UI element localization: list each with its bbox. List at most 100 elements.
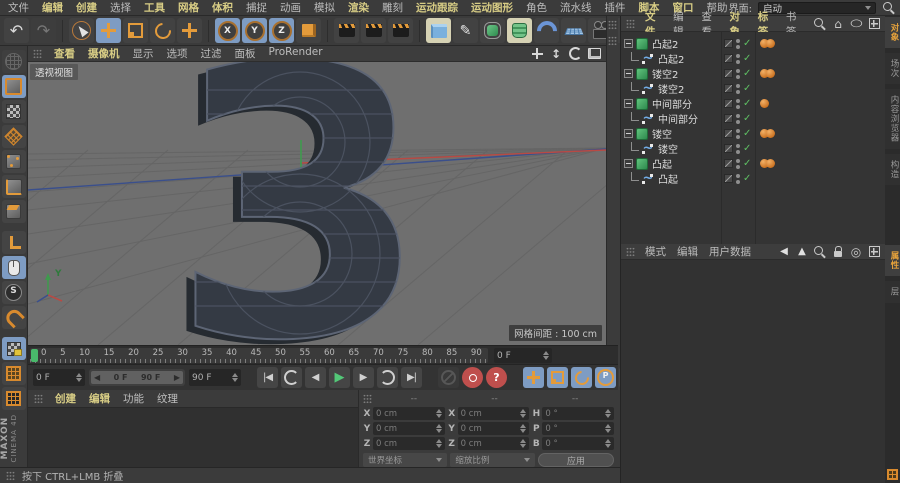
visibility-dots-icon[interactable] bbox=[736, 158, 740, 169]
attribute-tab[interactable]: 层 bbox=[885, 281, 900, 303]
numeral-3-model[interactable]: 3 3 3 bbox=[162, 62, 438, 345]
menu-item[interactable]: 渲染 bbox=[348, 0, 369, 15]
move-icon[interactable] bbox=[96, 18, 121, 43]
viewport-menu-item[interactable]: 摄像机 bbox=[88, 46, 120, 61]
menu-item[interactable]: 捕捉 bbox=[246, 0, 267, 15]
frame-tick[interactable]: 10 bbox=[79, 348, 90, 358]
stepper-icon[interactable] bbox=[436, 424, 442, 433]
stepper-icon[interactable] bbox=[605, 424, 611, 433]
stepper-icon[interactable] bbox=[76, 373, 82, 382]
autokey-button[interactable] bbox=[486, 367, 507, 388]
polygons-mode-icon[interactable] bbox=[1, 200, 26, 223]
attribute-tab[interactable]: 属性 bbox=[885, 245, 900, 276]
object-row[interactable]: 中间部分 ✓ bbox=[621, 111, 886, 126]
menu-item[interactable]: 选择 bbox=[110, 0, 131, 15]
current-frame-field[interactable]: 0 F bbox=[494, 348, 552, 363]
stepper-icon[interactable] bbox=[520, 409, 526, 418]
viewport-menu-item[interactable]: 显示 bbox=[133, 46, 154, 61]
frame-tick[interactable]: 45 bbox=[251, 348, 262, 358]
visibility-dots-icon[interactable] bbox=[736, 38, 740, 49]
play-reverse-button[interactable] bbox=[281, 367, 302, 388]
enable-check-icon[interactable]: ✓ bbox=[743, 53, 751, 64]
layer-swatch[interactable] bbox=[724, 114, 733, 123]
menu-item[interactable]: 插件 bbox=[605, 0, 626, 15]
object-row[interactable]: 凸起2 ✓ bbox=[621, 51, 886, 66]
workplane-mode-icon[interactable] bbox=[1, 125, 26, 148]
home-icon[interactable] bbox=[831, 17, 845, 31]
stepper-icon[interactable] bbox=[520, 424, 526, 433]
layer-swatch[interactable] bbox=[724, 159, 733, 168]
enable-check-icon[interactable]: ✓ bbox=[743, 143, 751, 154]
visibility-dots-icon[interactable] bbox=[736, 83, 740, 94]
layer-swatch[interactable] bbox=[724, 69, 733, 78]
make-editable-icon[interactable] bbox=[1, 50, 26, 73]
frame-tick[interactable]: 80 bbox=[422, 348, 433, 358]
frame-tick[interactable]: 50 bbox=[275, 348, 286, 358]
menu-item[interactable]: 运动跟踪 bbox=[416, 0, 458, 15]
viewport-solo-icon[interactable] bbox=[1, 256, 26, 279]
scale-icon[interactable] bbox=[123, 18, 148, 43]
viewport-menu-item[interactable]: 面板 bbox=[235, 46, 256, 61]
undo-icon[interactable] bbox=[4, 18, 29, 43]
menu-item[interactable]: 网格 bbox=[178, 0, 199, 15]
search-icon[interactable] bbox=[882, 1, 896, 15]
search-icon[interactable] bbox=[813, 245, 827, 259]
frame-range-slider[interactable]: ◀ 0 F 90 F ▶ bbox=[89, 369, 185, 386]
search-icon[interactable] bbox=[813, 17, 827, 31]
object-row[interactable]: 镂空 ✓ bbox=[621, 141, 886, 156]
object-row[interactable]: 中间部分 ✓ bbox=[621, 96, 886, 111]
dolly-view-icon[interactable] bbox=[549, 47, 563, 61]
prev-frame-button[interactable] bbox=[305, 367, 326, 388]
menu-item[interactable]: 角色 bbox=[526, 0, 547, 15]
object-row[interactable]: 镂空 ✓ bbox=[621, 126, 886, 141]
workplane-lock-icon[interactable] bbox=[1, 337, 26, 360]
subdivision-surface-icon[interactable] bbox=[480, 18, 505, 43]
coordinate-system-select[interactable]: 世界坐标 bbox=[363, 453, 448, 467]
texture-mode-icon[interactable] bbox=[1, 100, 26, 123]
coordinate-field[interactable]: 0 cm bbox=[373, 422, 445, 435]
coordinate-field[interactable]: 0 cm bbox=[457, 437, 530, 450]
floor-object-icon[interactable] bbox=[561, 18, 586, 43]
render-picture-viewer-icon[interactable] bbox=[361, 18, 386, 43]
enable-check-icon[interactable]: ✓ bbox=[743, 83, 751, 94]
panel-grip-icon[interactable] bbox=[34, 393, 43, 404]
lock-icon[interactable] bbox=[831, 245, 845, 259]
menu-item[interactable]: 运动图形 bbox=[471, 0, 513, 15]
menu-item[interactable]: 创建 bbox=[76, 0, 97, 15]
manager-tab[interactable]: 内容浏览器 bbox=[885, 89, 900, 149]
coordinate-field[interactable]: 0 ° bbox=[542, 407, 615, 420]
material-menu-item[interactable]: 创建 bbox=[55, 391, 76, 406]
snap-magnet-icon[interactable] bbox=[1, 306, 26, 329]
enable-check-icon[interactable]: ✓ bbox=[743, 128, 751, 139]
snap-auto-icon[interactable] bbox=[1, 281, 26, 304]
menu-item[interactable]: 模拟 bbox=[314, 0, 335, 15]
panel-grip-icon[interactable] bbox=[608, 36, 617, 46]
goto-start-button[interactable] bbox=[257, 367, 278, 388]
frame-tick[interactable]: 20 bbox=[128, 348, 139, 358]
panel-grip-icon[interactable] bbox=[33, 48, 42, 59]
coordinate-field[interactable]: 0 cm bbox=[373, 437, 445, 450]
model-mode-icon[interactable] bbox=[1, 75, 26, 98]
add-cube-icon[interactable] bbox=[426, 18, 451, 43]
expand-toggle[interactable] bbox=[624, 99, 633, 108]
redo-icon[interactable] bbox=[31, 18, 56, 43]
next-frame-button[interactable] bbox=[353, 367, 374, 388]
range-arrow-left[interactable]: ◀ bbox=[94, 373, 100, 382]
stepper-icon[interactable] bbox=[232, 373, 238, 382]
coordinate-field[interactable]: 0 cm bbox=[457, 407, 530, 420]
end-frame-field[interactable]: 90 F bbox=[189, 369, 241, 386]
material-menu-item[interactable]: 功能 bbox=[123, 391, 144, 406]
enable-axis-icon[interactable] bbox=[1, 231, 26, 254]
frame-tick[interactable]: 70 bbox=[373, 348, 384, 358]
apply-button[interactable]: 应用 bbox=[537, 453, 614, 467]
enable-check-icon[interactable]: ✓ bbox=[743, 173, 751, 184]
back-icon[interactable] bbox=[777, 245, 791, 259]
expand-toggle[interactable] bbox=[624, 129, 633, 138]
goto-end-button[interactable] bbox=[401, 367, 422, 388]
material-menu-item[interactable]: 编辑 bbox=[89, 391, 110, 406]
frame-tick[interactable]: 90 bbox=[471, 348, 482, 358]
range-arrow-right[interactable]: ▶ bbox=[174, 373, 180, 382]
panel-grip-icon[interactable] bbox=[626, 18, 635, 29]
frame-tick[interactable]: 55 bbox=[300, 348, 311, 358]
generator-extrude-icon[interactable] bbox=[507, 18, 532, 43]
